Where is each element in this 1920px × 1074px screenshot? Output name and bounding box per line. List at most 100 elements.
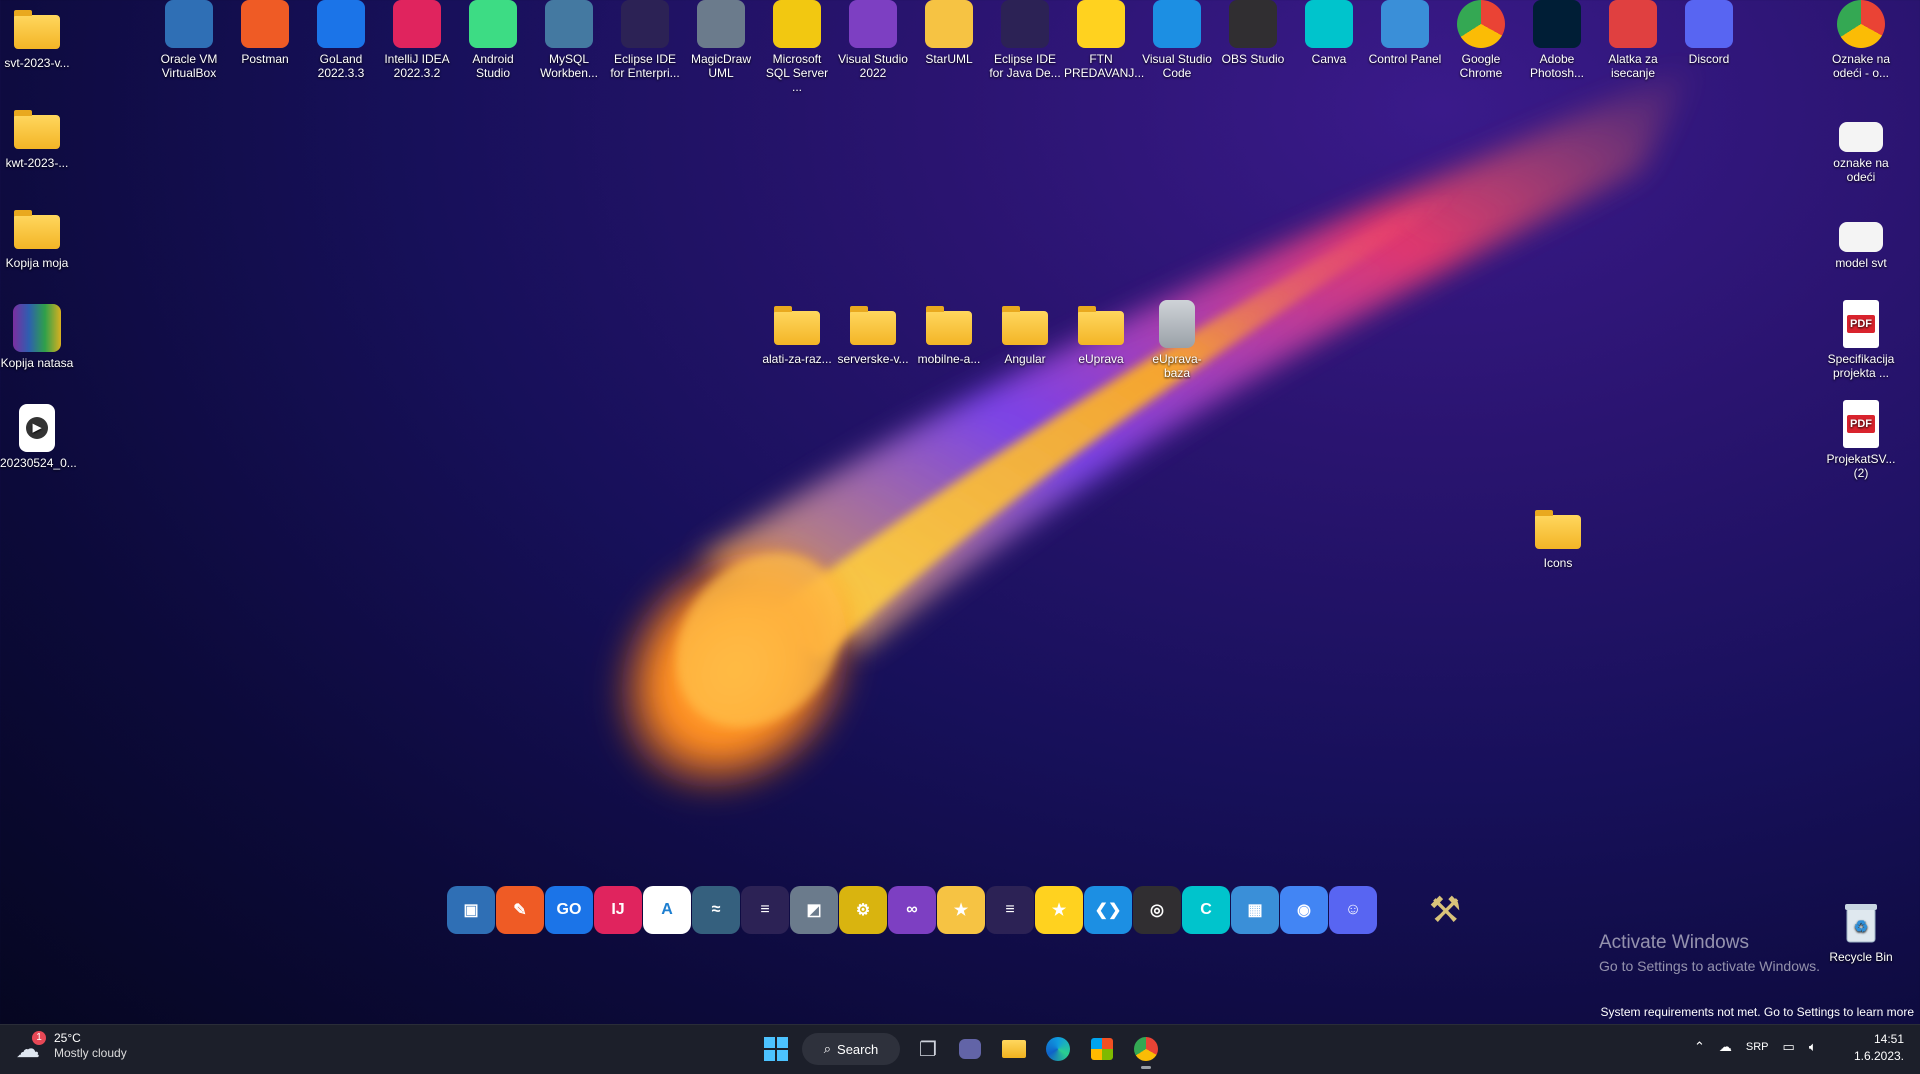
- canva-icon[interactable]: C: [1182, 886, 1230, 934]
- taskbar: ☁ 1 25°C Mostly cloudy ⌕ Search ❐ ⌃ ☁ SR…: [0, 1024, 1920, 1074]
- clock[interactable]: 14:51 1.6.2023.: [1854, 1031, 1904, 1065]
- control-panel-icon[interactable]: ▦: [1231, 886, 1279, 934]
- center-icon-4[interactable]: eUprava: [1064, 300, 1138, 366]
- desktop-icon-20[interactable]: Discord: [1672, 0, 1746, 66]
- system-requirements-notice[interactable]: System requirements not met. Go to Setti…: [1601, 1005, 1914, 1019]
- postman-icon[interactable]: ✎: [496, 886, 544, 934]
- desktop-icon-7[interactable]: MagicDraw UML: [684, 0, 758, 80]
- icon-label: model svt: [1835, 256, 1887, 270]
- right-icon-2[interactable]: model svt: [1824, 212, 1898, 270]
- image-file-icon: [1839, 222, 1883, 252]
- desktop-icon-1[interactable]: Postman: [228, 0, 302, 66]
- mysql-workbench-icon[interactable]: ≈: [692, 886, 740, 934]
- goland-icon[interactable]: GO: [545, 886, 593, 934]
- file-explorer-button[interactable]: [996, 1033, 1032, 1065]
- obs-icon[interactable]: ◎: [1133, 886, 1181, 934]
- chevron-up-icon[interactable]: ⌃: [1694, 1039, 1705, 1055]
- icon-label: Icons: [1543, 556, 1573, 570]
- store-button[interactable]: [1084, 1033, 1120, 1065]
- file-explorer-icon: [1002, 1040, 1026, 1058]
- desktop-icon-16[interactable]: Control Panel: [1368, 0, 1442, 66]
- goland-icon: [317, 0, 365, 48]
- start-button[interactable]: [758, 1033, 794, 1065]
- center-icon-3[interactable]: Angular: [988, 300, 1062, 366]
- desktop-icon-6[interactable]: Eclipse IDE for Enterpri...: [608, 0, 682, 80]
- desktop-icon-5[interactable]: MySQL Workben...: [532, 0, 606, 80]
- virtualbox-icon[interactable]: ▣: [447, 886, 495, 934]
- icon-label: Discord: [1688, 52, 1730, 66]
- tools-icon[interactable]: ⚒: [1420, 886, 1470, 934]
- icon-label: Recycle Bin: [1829, 950, 1893, 964]
- eclipse-icon[interactable]: ≡: [741, 886, 789, 934]
- desktop-icon-15[interactable]: Canva: [1292, 0, 1366, 66]
- teams-chat-button[interactable]: [952, 1033, 988, 1065]
- desktop-icon-10[interactable]: StarUML: [912, 0, 986, 66]
- right-icon-0[interactable]: Oznake na odeći - o...: [1824, 0, 1898, 80]
- icon-label: MagicDraw UML: [690, 52, 751, 80]
- edge-button[interactable]: [1040, 1033, 1076, 1065]
- postman-icon: [241, 0, 289, 48]
- sql-server-icon[interactable]: ⚙: [839, 886, 887, 934]
- search-button[interactable]: ⌕ Search: [802, 1033, 900, 1065]
- center-icon-0[interactable]: alati-za-raz...: [760, 300, 834, 366]
- android-studio-icon[interactable]: A: [643, 886, 691, 934]
- magicdraw-icon: [697, 0, 745, 48]
- left-icon-4[interactable]: ▶ 20230524_0...: [0, 404, 77, 470]
- magicdraw-icon[interactable]: ◩: [790, 886, 838, 934]
- chrome-icon[interactable]: ◉: [1280, 886, 1328, 934]
- folder-icon: [773, 300, 821, 348]
- vscode-icon: [1153, 0, 1201, 48]
- center-icon-2[interactable]: mobilne-a...: [912, 300, 986, 366]
- intellij-icon[interactable]: IJ: [594, 886, 642, 934]
- desktop-icon-2[interactable]: GoLand 2022.3.3: [304, 0, 378, 80]
- weather-widget[interactable]: ☁ 1 25°C Mostly cloudy: [16, 1031, 127, 1063]
- pdf-icon: PDF: [1843, 400, 1879, 448]
- icon-label: MySQL Workben...: [540, 52, 598, 80]
- desktop-icon-0[interactable]: Oracle VM VirtualBox: [152, 0, 226, 80]
- recycle-bin[interactable]: ♻ Recycle Bin: [1824, 898, 1898, 964]
- discord-icon[interactable]: ☺: [1329, 886, 1377, 934]
- right-icon-4[interactable]: PDF ProjekatSV... (2): [1824, 400, 1898, 480]
- language-indicator[interactable]: SRP: [1746, 1041, 1769, 1053]
- right-icon-3[interactable]: PDF Specifikacija projekta ...: [1824, 300, 1898, 380]
- file-icon: [1159, 300, 1195, 348]
- icon-label: eUprava: [1078, 352, 1124, 366]
- dock-bar: ▣ ✎ GO IJ A ≈ ≡ ◩ ⚙ ∞ ★ ≡ ★ ❮❯ ◎ C ▦ ◉ ☺: [447, 886, 1377, 936]
- desktop-icon-19[interactable]: Alatka za isecanje: [1596, 0, 1670, 80]
- canva-icon: [1305, 0, 1353, 48]
- icon-label: mobilne-a...: [917, 352, 981, 366]
- icons-folder[interactable]: Icons: [1521, 504, 1595, 570]
- volume-icon[interactable]: 🔈︎: [1809, 1039, 1817, 1055]
- vscode-icon[interactable]: ❮❯: [1084, 886, 1132, 934]
- star-icon[interactable]: ★: [1035, 886, 1083, 934]
- left-icon-0[interactable]: svt-2023-v...: [0, 4, 74, 70]
- desktop-icon-11[interactable]: Eclipse IDE for Java De...: [988, 0, 1062, 80]
- staruml-icon[interactable]: ★: [937, 886, 985, 934]
- network-icon[interactable]: ▭: [1783, 1039, 1795, 1055]
- task-view-button[interactable]: ❐: [910, 1033, 946, 1065]
- left-icon-2[interactable]: Kopija moja: [0, 204, 74, 270]
- icon-label: FTN PREDAVANJ...: [1064, 52, 1145, 80]
- desktop-icon-14[interactable]: OBS Studio: [1216, 0, 1290, 66]
- desktop-icon-9[interactable]: Visual Studio 2022: [836, 0, 910, 80]
- center-icon-1[interactable]: serverske-v...: [836, 300, 910, 366]
- desktop-icon-12[interactable]: FTN PREDAVANJ...: [1064, 0, 1145, 80]
- left-icon-1[interactable]: kwt-2023-...: [0, 104, 74, 170]
- desktop-icon-18[interactable]: Adobe Photosh...: [1520, 0, 1594, 80]
- icon-label: alati-za-raz...: [762, 352, 832, 366]
- desktop-icon-4[interactable]: Android Studio: [456, 0, 530, 80]
- visual-studio-icon[interactable]: ∞: [888, 886, 936, 934]
- icon-label: IntelliJ IDEA 2022.3.2: [384, 52, 450, 80]
- desktop-icon-3[interactable]: IntelliJ IDEA 2022.3.2: [380, 0, 454, 80]
- desktop-icon-17[interactable]: Google Chrome: [1444, 0, 1518, 80]
- folder-icon: [13, 104, 61, 152]
- eclipse-java-icon[interactable]: ≡: [986, 886, 1034, 934]
- onedrive-icon[interactable]: ☁: [1719, 1039, 1732, 1055]
- chrome-taskbar-button[interactable]: [1128, 1033, 1164, 1069]
- center-icon-5[interactable]: eUprava-baza: [1140, 300, 1214, 380]
- right-icon-1[interactable]: oznake na odeći: [1824, 112, 1898, 184]
- desktop-icon-8[interactable]: Microsoft SQL Server ...: [760, 0, 834, 94]
- desktop-icon-13[interactable]: Visual Studio Code: [1140, 0, 1214, 80]
- chrome-icon: [1134, 1037, 1158, 1061]
- left-icon-3[interactable]: Kopija natasa: [0, 304, 74, 370]
